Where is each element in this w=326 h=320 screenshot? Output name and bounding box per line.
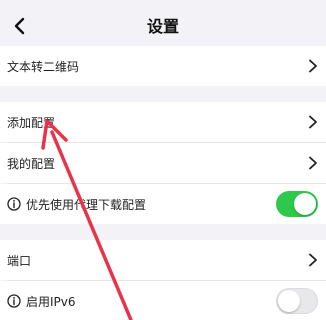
page-title: 设置 <box>146 17 179 36</box>
nav-bar: 设置 <box>0 0 326 50</box>
text-to-qr-label: 文本转二维码 <box>7 59 80 74</box>
chevron-right-icon <box>309 253 317 267</box>
my-config-row[interactable]: 我的配置 <box>0 143 326 183</box>
back-chevron-icon[interactable] <box>10 16 30 36</box>
ipv6-row: 启用IPv6 <box>0 281 326 320</box>
proxy-download-label: 优先使用代理下载配置 <box>26 197 147 212</box>
proxy-download-toggle[interactable] <box>276 191 318 217</box>
chevron-right-icon <box>309 59 317 73</box>
ipv6-label: 启用IPv6 <box>26 294 76 309</box>
info-icon[interactable] <box>7 294 21 308</box>
add-config-label: 添加配置 <box>7 115 56 130</box>
proxy-download-row: 优先使用代理下载配置 <box>0 184 326 224</box>
ipv6-toggle[interactable] <box>276 288 318 314</box>
add-config-row[interactable]: 添加配置 <box>0 102 326 142</box>
chevron-right-icon <box>309 115 317 129</box>
port-row[interactable]: 端口 <box>0 240 326 280</box>
chevron-right-icon <box>309 156 317 170</box>
my-config-label: 我的配置 <box>7 156 56 171</box>
port-label: 端口 <box>7 253 32 268</box>
toggle-knob <box>278 290 300 312</box>
toggle-knob <box>294 193 316 215</box>
info-icon[interactable] <box>7 197 21 211</box>
text-to-qr-row[interactable]: 文本转二维码 <box>0 46 326 86</box>
